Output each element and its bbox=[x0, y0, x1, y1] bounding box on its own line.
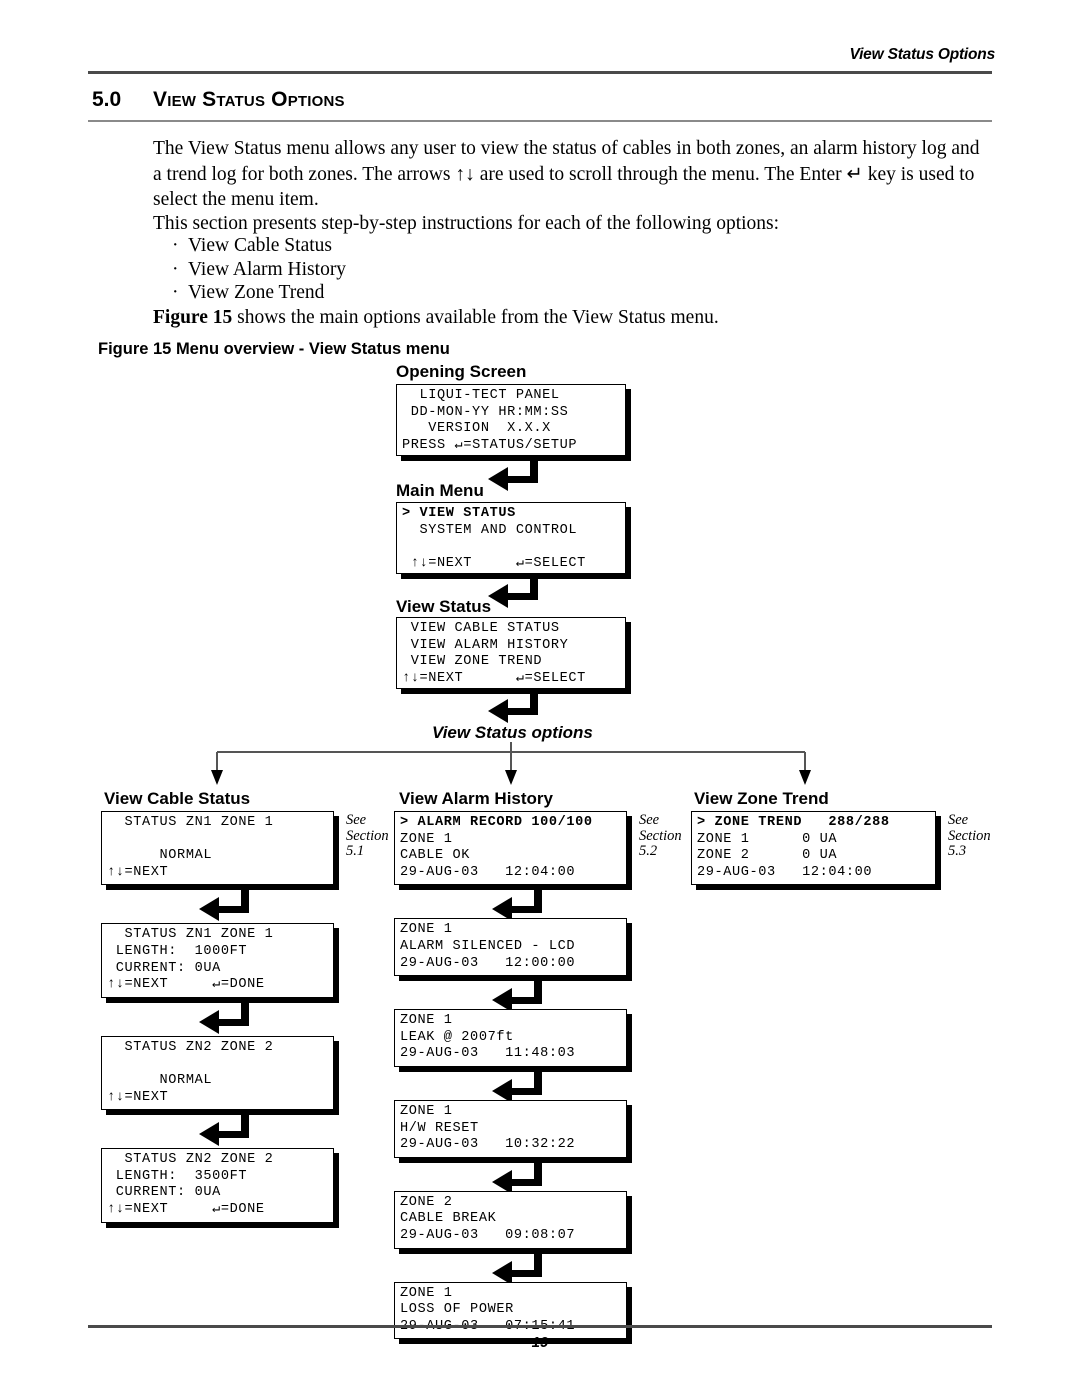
lcd-row: ZONE 1 bbox=[400, 831, 453, 847]
lcd-row: 29-AUG-03 12:04:00 bbox=[697, 864, 873, 880]
lcd-row: ZONE 1 bbox=[400, 1285, 453, 1301]
lcd-row: NORMAL bbox=[107, 848, 213, 864]
lcd-row: 29-AUG-03 09:08:07 bbox=[400, 1227, 576, 1243]
lcd-row: ZONE 1 bbox=[400, 922, 453, 938]
page-number: 19 bbox=[531, 1334, 549, 1351]
connector-arrow-main-to-status bbox=[484, 575, 544, 614]
lcd-row: ↑↓=NEXT bbox=[107, 864, 169, 880]
lcd-row: LENGTH: 3500FT bbox=[107, 1168, 248, 1184]
lcd-row: 29-AUG-03 12:00:00 bbox=[400, 955, 576, 971]
lcd-main-menu: > VIEW STATUS SYSTEM AND CONTROL ↑↓=NEXT… bbox=[396, 502, 626, 574]
lcd-view-status: VIEW CABLE STATUS VIEW ALARM HISTORY VIE… bbox=[396, 617, 626, 689]
lcd-row: ↑↓=NEXT ↵=DONE bbox=[107, 977, 265, 993]
label-main-menu: Main Menu bbox=[396, 481, 484, 500]
lcd-row: STATUS ZN2 ZONE 2 bbox=[107, 1039, 274, 1055]
lcd-cable-status-screen: STATUS ZN2 ZONE 2 LENGTH: 3500FT CURRENT… bbox=[101, 1148, 334, 1223]
lcd-row: CABLE OK bbox=[400, 848, 471, 864]
lcd-row: 29-AUG-03 10:32:22 bbox=[400, 1137, 576, 1153]
see-section-note: See Section 5.2 bbox=[639, 812, 682, 859]
lcd-row: > ZONE TREND 288/288 bbox=[697, 815, 890, 830]
lcd-row: H/W RESET bbox=[400, 1120, 479, 1136]
lcd-row: VERSION X.X.X bbox=[402, 421, 551, 437]
lcd-row: ZONE 1 bbox=[400, 1013, 453, 1029]
lcd-row: STATUS ZN2 ZONE 2 bbox=[107, 1152, 274, 1168]
lcd-opening-screen: LIQUI-TECT PANEL DD-MON-YY HR:MM:SS VERS… bbox=[396, 384, 626, 456]
lcd-row: 29-AUG-03 12:04:00 bbox=[400, 864, 576, 880]
lcd-row: CABLE BREAK bbox=[400, 1211, 497, 1227]
lcd-row: LEAK @ 2007ft bbox=[400, 1029, 514, 1045]
menu-overview-diagram: Opening Screen LIQUI-TECT PANEL DD-MON-Y… bbox=[0, 0, 1080, 1397]
lcd-row: ALARM SILENCED - LCD bbox=[400, 938, 576, 954]
lcd-row: ZONE 1 0 UA bbox=[697, 831, 838, 847]
lcd-row: > VIEW STATUS bbox=[402, 506, 516, 521]
label-view-cable-status: View Cable Status bbox=[104, 789, 251, 808]
lcd-row: PRESS ↵=STATUS/SETUP bbox=[402, 437, 578, 453]
see-section-note: See Section 5.3 bbox=[948, 812, 991, 859]
lcd-alarm-history-screen: ZONE 1 H/W RESET 29-AUG-03 10:32:22 bbox=[394, 1100, 627, 1158]
lcd-row: ZONE 1 bbox=[400, 1104, 453, 1119]
lcd-row: CURRENT: 0UA bbox=[107, 960, 221, 976]
label-view-status: View Status bbox=[396, 597, 492, 616]
lcd-row: STATUS ZN1 ZONE 1 bbox=[107, 927, 274, 943]
lcd-zone-trend-screen: > ZONE TREND 288/288 ZONE 1 0 UA ZONE 2 0 … bbox=[691, 811, 936, 886]
lcd-row: CURRENT: 0UA bbox=[107, 1185, 221, 1201]
lcd-cable-status-screen: STATUS ZN2 ZONE 2 NORMAL ↑↓=NEXT bbox=[101, 1035, 334, 1111]
lcd-alarm-history-screen: > ALARM RECORD 100/100 ZONE 1 CABLE OK 29-A… bbox=[394, 811, 627, 886]
connector-arrow bbox=[195, 1113, 255, 1152]
lcd-row: ↑↓=NEXT ↵=DONE bbox=[107, 1201, 265, 1217]
connector-arrow bbox=[195, 1000, 255, 1040]
lcd-row: DD-MON-YY HR:MM:SS bbox=[402, 404, 569, 420]
lcd-row: VIEW ZONE TREND bbox=[402, 654, 543, 670]
label-opening-screen: Opening Screen bbox=[396, 362, 527, 381]
lcd-row: ↑↓=NEXT ↵=SELECT bbox=[402, 670, 586, 686]
lcd-row: > ALARM RECORD 100/100 bbox=[400, 815, 593, 830]
lcd-row: LIQUI-TECT PANEL bbox=[402, 388, 560, 403]
footer-rule bbox=[88, 1325, 992, 1328]
lcd-row: ZONE 2 bbox=[400, 1194, 453, 1210]
label-view-alarm-history: View Alarm History bbox=[399, 789, 554, 808]
see-section-note: See Section 5.1 bbox=[346, 812, 389, 859]
lcd-row: LENGTH: 1000FT bbox=[107, 943, 248, 959]
label-view-zone-trend: View Zone Trend bbox=[694, 789, 829, 808]
lcd-row: ZONE 2 0 UA bbox=[697, 848, 838, 864]
connector-arrow-opening-to-main bbox=[484, 458, 544, 497]
label-view-status-options: View Status options bbox=[432, 723, 593, 742]
lcd-row: 29-AUG-03 11:48:03 bbox=[400, 1046, 576, 1062]
lcd-alarm-history-screen: ZONE 1LOSS OF POWER29-AUG-03 07:15:41 bbox=[394, 1281, 627, 1340]
lcd-row: LOSS OF POWER bbox=[400, 1302, 514, 1318]
lcd-cable-status-screen: STATUS ZN1 ZONE 1 NORMAL ↑↓=NEXT bbox=[101, 811, 334, 886]
lcd-row: ↑↓=NEXT bbox=[107, 1089, 169, 1105]
lcd-row: STATUS ZN1 ZONE 1 bbox=[107, 815, 274, 830]
branch-bus bbox=[211, 742, 811, 785]
connector-arrow bbox=[195, 888, 255, 927]
lcd-row: VIEW ALARM HISTORY bbox=[402, 637, 569, 653]
lcd-row: ↑↓=NEXT ↵=SELECT bbox=[402, 555, 586, 571]
lcd-row: NORMAL bbox=[107, 1072, 213, 1088]
lcd-row: VIEW CABLE STATUS bbox=[402, 621, 560, 636]
lcd-cable-status-screen: STATUS ZN1 ZONE 1 LENGTH: 1000FT CURRENT… bbox=[101, 923, 334, 998]
lcd-alarm-history-screen: ZONE 2 CABLE BREAK 29-AUG-03 09:08:07 bbox=[394, 1190, 627, 1249]
lcd-row: SYSTEM AND CONTROL bbox=[402, 522, 578, 538]
lcd-alarm-history-screen: ZONE 1 LEAK @ 2007ft 29-AUG-03 11:48:03 bbox=[394, 1009, 627, 1067]
lcd-alarm-history-screen: ZONE 1 ALARM SILENCED - LCD 29-AUG-03 12:0… bbox=[394, 918, 627, 977]
